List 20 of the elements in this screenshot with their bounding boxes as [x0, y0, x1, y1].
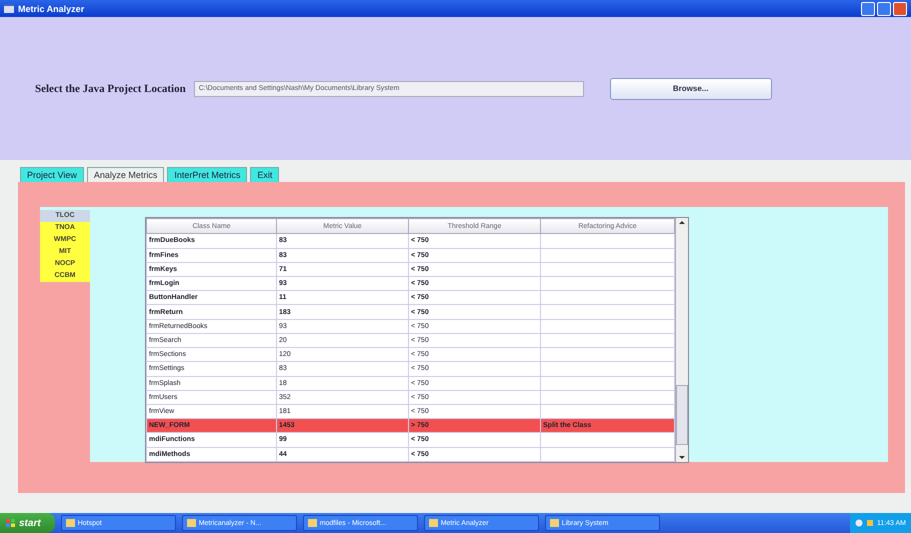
app-icon [4, 4, 14, 13]
window-icon [308, 519, 317, 527]
start-button[interactable]: start [0, 513, 55, 533]
scroll-thumb[interactable] [676, 385, 688, 445]
tab[interactable]: Project View [20, 167, 84, 182]
tab[interactable]: Analyze Metrics [86, 167, 164, 182]
window-title: Metric Analyzer [18, 4, 86, 14]
window-icon [66, 519, 75, 527]
windows-logo-icon [6, 519, 15, 527]
scrollbar[interactable] [675, 218, 688, 462]
location-label: Select the Java Project Location [35, 82, 186, 94]
close-button[interactable] [893, 2, 907, 16]
minimize-button[interactable] [861, 2, 875, 16]
tab[interactable]: InterPret Metrics [167, 167, 248, 182]
tab[interactable]: Exit [250, 167, 280, 182]
window-icon [186, 519, 196, 527]
window-icon [550, 519, 559, 527]
maximize-button[interactable] [877, 2, 891, 16]
browse-button[interactable]: Browse... [610, 78, 772, 100]
window-icon [428, 519, 438, 527]
